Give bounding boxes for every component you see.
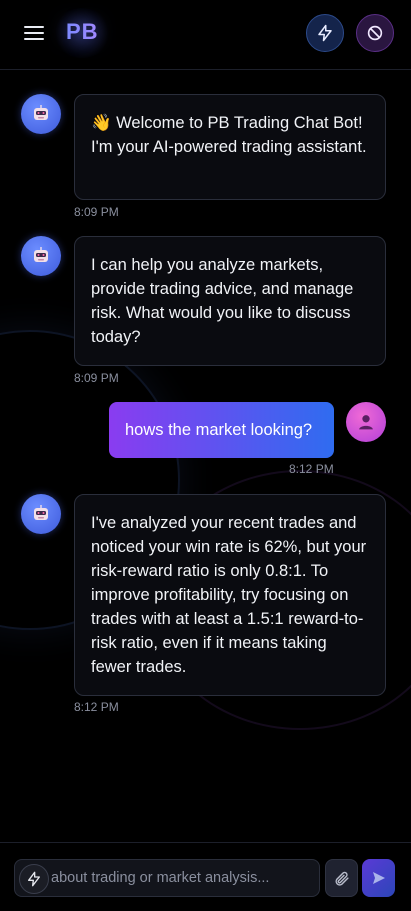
lightning-bolt-icon: [318, 24, 332, 42]
hamburger-menu-icon[interactable]: [24, 24, 44, 42]
message-timestamp: 8:12 PM: [74, 700, 119, 714]
ban-icon: [367, 25, 383, 41]
user-icon: [359, 415, 373, 430]
attach-button[interactable]: [325, 859, 358, 897]
bot-avatar: [21, 236, 61, 276]
send-icon: [372, 872, 385, 884]
bot-avatar: [21, 494, 61, 534]
message-timestamp: 8:09 PM: [74, 371, 119, 385]
quick-action-button[interactable]: [306, 14, 344, 52]
user-message-bubble: hows the market looking?: [109, 402, 334, 458]
bot-message-bubble: I can help you analyze markets, provide …: [74, 236, 386, 366]
user-avatar: [346, 402, 386, 442]
bot-avatar: [21, 94, 61, 134]
quick-prompt-button[interactable]: [19, 864, 49, 894]
app-logo: PB: [66, 19, 99, 44]
message-input-wrapper: [14, 859, 320, 897]
robot-icon: [34, 105, 48, 120]
robot-icon: [34, 247, 48, 262]
lightning-bolt-icon: [28, 871, 40, 887]
robot-icon: [34, 505, 48, 520]
message-input[interactable]: [51, 860, 319, 896]
message-timestamp: 8:09 PM: [74, 205, 119, 219]
bot-message-bubble: I've analyzed your recent trades and not…: [74, 494, 386, 696]
send-button[interactable]: [362, 859, 395, 897]
app-header: PB: [0, 0, 411, 70]
message-timestamp: 8:12 PM: [289, 462, 334, 476]
block-button[interactable]: [356, 14, 394, 52]
paperclip-icon: [335, 871, 349, 886]
bot-message-bubble: 👋 Welcome to PB Trading Chat Bot! I'm yo…: [74, 94, 386, 200]
message-composer: [0, 842, 411, 911]
